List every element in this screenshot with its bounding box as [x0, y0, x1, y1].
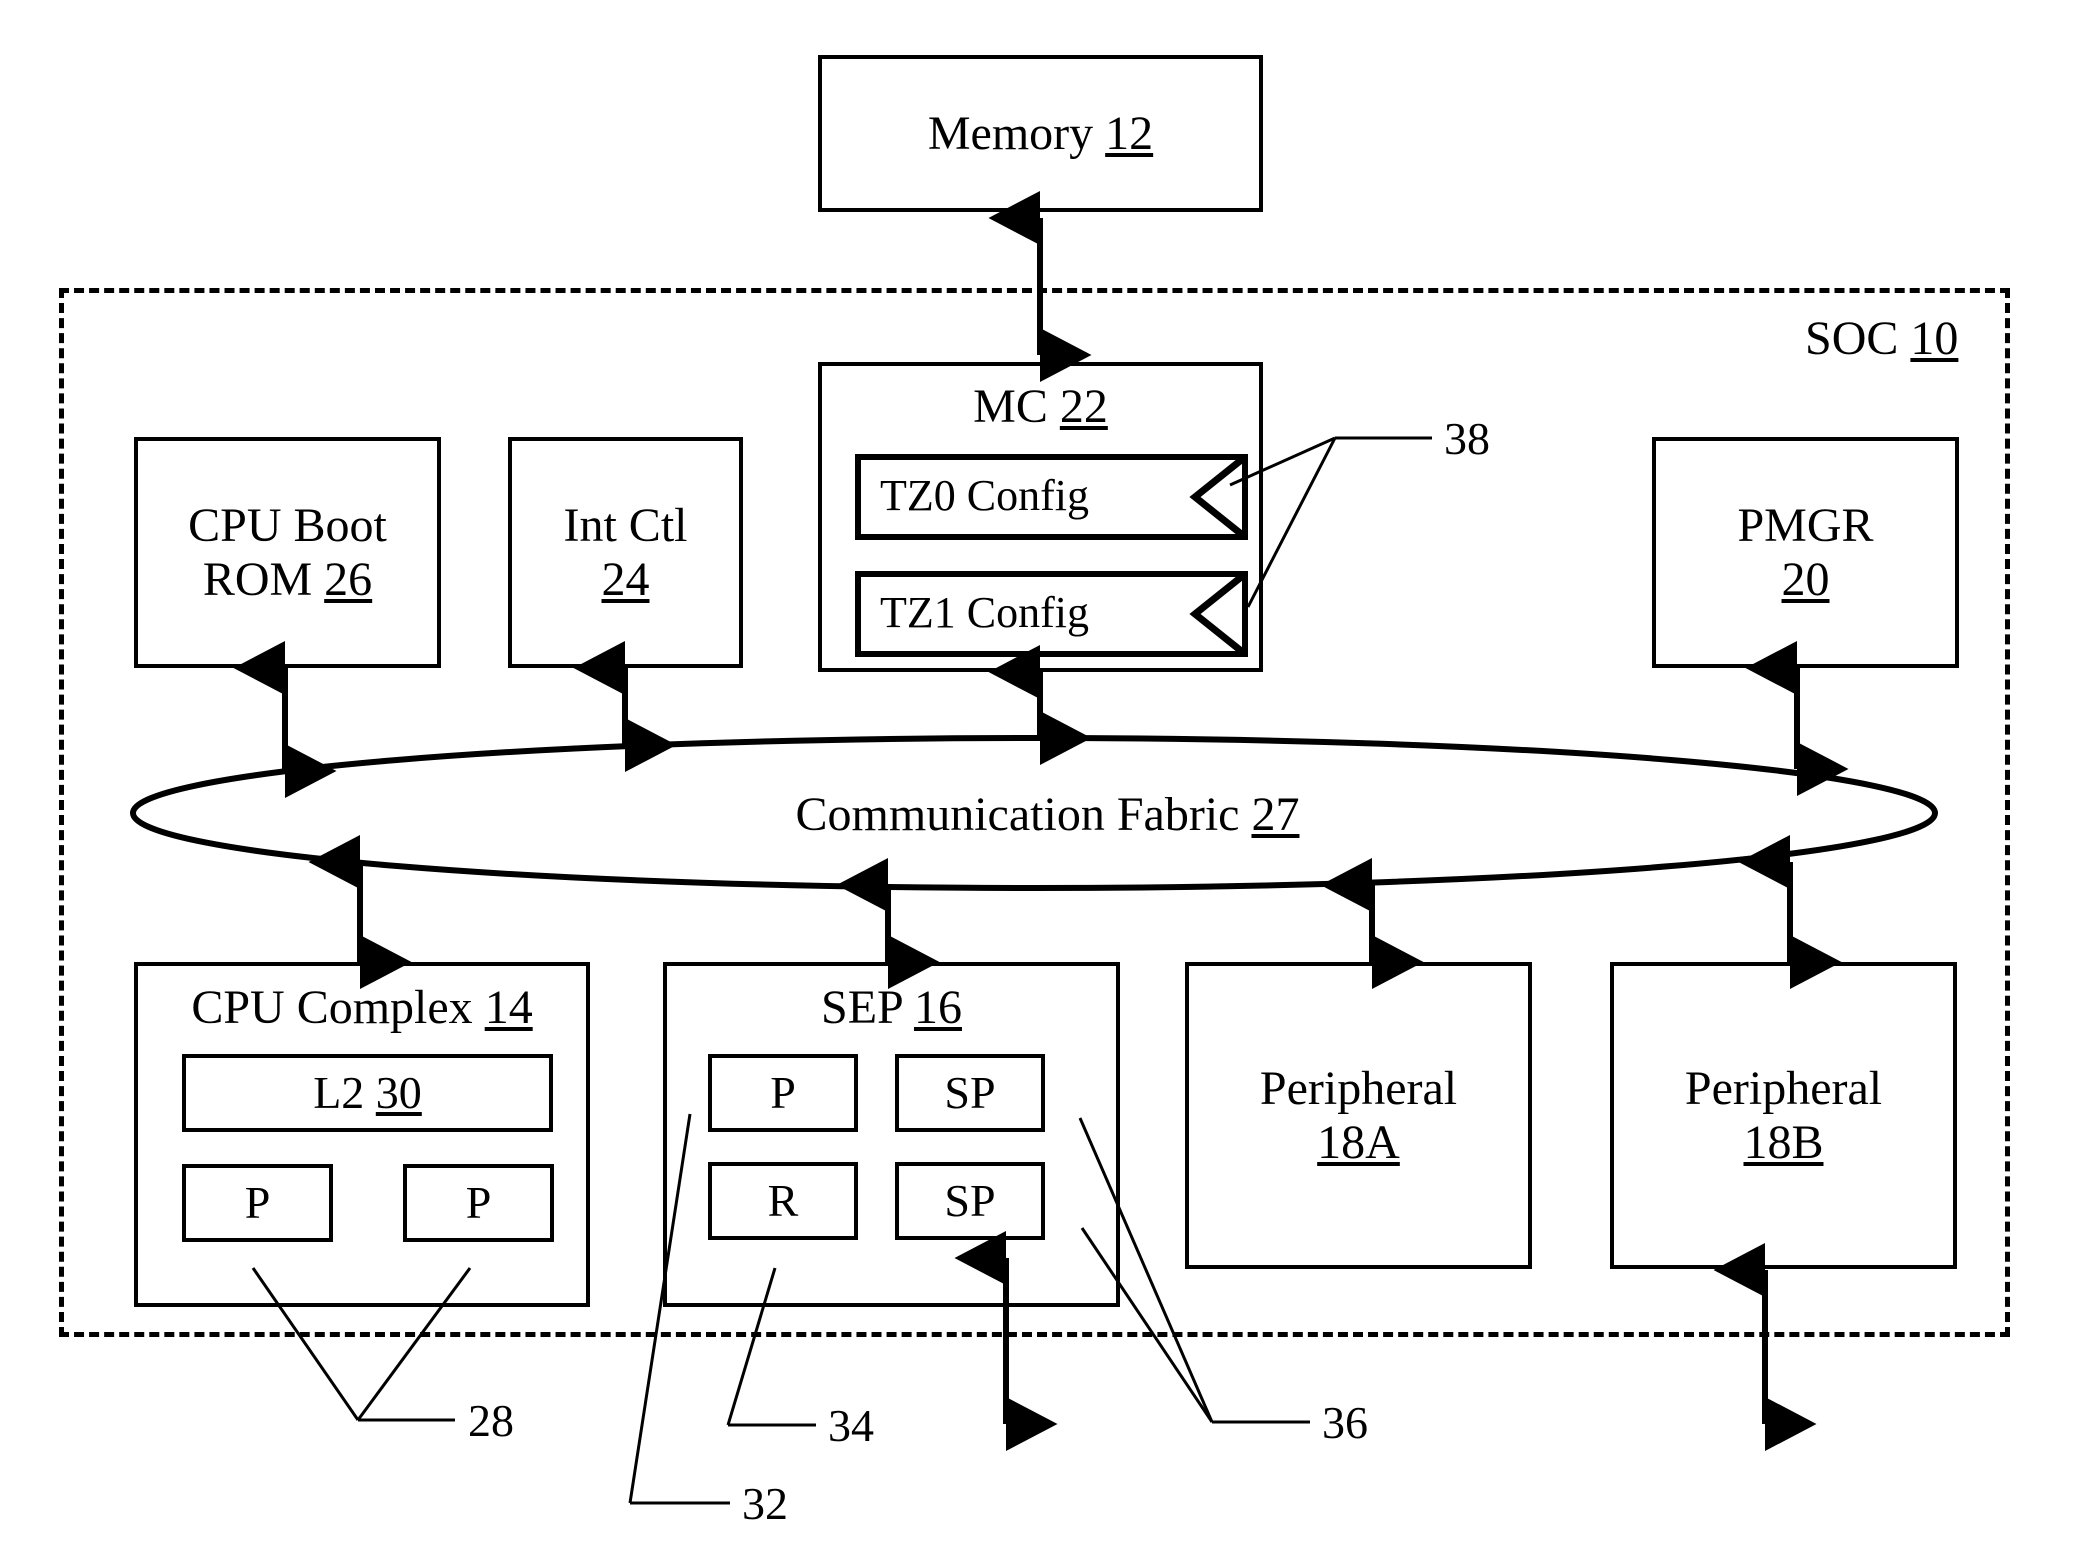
peripheral-a-line1: Peripheral — [1259, 1061, 1458, 1115]
peripheral-a-block: Peripheral 18A — [1185, 962, 1532, 1269]
sep-label: SEP 16 — [667, 981, 1116, 1035]
soc-label-text: SOC — [1805, 312, 1899, 365]
l2-label: L2 30 — [313, 1067, 422, 1119]
tz0-config-label: TZ0 Config — [880, 471, 1089, 520]
peripheral-b-ref: 18B — [1743, 1115, 1824, 1169]
peripheral-b-block: Peripheral 18B — [1610, 962, 1957, 1269]
cpu-boot-rom-block: CPU Boot ROM 26 — [134, 437, 441, 668]
soc-label: SOC 10 — [1805, 312, 1958, 366]
sep-rom: R — [708, 1162, 858, 1240]
callout-34-ref: 34 — [828, 1400, 874, 1451]
pmgr-ref: 20 — [1781, 552, 1830, 606]
cpu-boot-rom-label: CPU Boot ROM 26 — [188, 499, 387, 607]
memory-ref: 12 — [1105, 106, 1154, 160]
cpu-complex-block: CPU Complex 14 L2 30 P P — [134, 962, 590, 1307]
tz1-config-label: TZ1 Config — [880, 588, 1089, 637]
memory-label-text: Memory — [927, 106, 1094, 160]
cpu-processor-1-label: P — [465, 1177, 492, 1229]
callout-38-ref: 38 — [1444, 413, 1490, 464]
memory-block: Memory 12 — [818, 55, 1263, 212]
int-ctl-label: Int Ctl 24 — [563, 499, 687, 607]
cpu-complex-label-text: CPU Complex — [191, 981, 473, 1034]
cpu-complex-ref: 14 — [484, 981, 533, 1034]
l2-label-text: L2 — [313, 1067, 365, 1119]
sep-label-text: SEP — [821, 981, 902, 1034]
l2-cache-block: L2 30 — [182, 1054, 553, 1132]
sep-processor-label: P — [770, 1067, 796, 1119]
peripheral-b-label: Peripheral 18B — [1685, 1062, 1882, 1170]
sep-secure-peripheral-1-label: SP — [944, 1175, 996, 1227]
cpu-boot-rom-line2: ROM — [202, 552, 313, 606]
mc-label-text: MC — [973, 380, 1048, 433]
sep-secure-peripheral-0-label: SP — [944, 1067, 996, 1119]
communication-fabric-ref: 27 — [1251, 788, 1300, 841]
mc-label: MC 22 — [822, 380, 1259, 434]
peripheral-b-line1: Peripheral — [1684, 1061, 1883, 1115]
peripheral-a-label: Peripheral 18A — [1260, 1062, 1457, 1170]
cpu-processor-0: P — [182, 1164, 333, 1242]
callout-36-ref: 36 — [1322, 1397, 1368, 1448]
int-ctl-block: Int Ctl 24 — [508, 437, 743, 668]
sep-secure-peripheral-1: SP — [895, 1162, 1045, 1240]
pmgr-label: PMGR 20 — [1737, 499, 1873, 607]
pmgr-line1: PMGR — [1737, 498, 1874, 552]
mc-ref: 22 — [1059, 380, 1108, 433]
pmgr-block: PMGR 20 — [1652, 437, 1959, 668]
sep-rom-label: R — [767, 1175, 799, 1227]
sep-processor: P — [708, 1054, 858, 1132]
callout-28-ref: 28 — [468, 1395, 514, 1446]
sep-ref: 16 — [913, 981, 962, 1034]
callout-32-ref: 32 — [742, 1478, 788, 1529]
cpu-processor-1: P — [403, 1164, 554, 1242]
communication-fabric-label: Communication Fabric 27 — [0, 788, 2095, 842]
communication-fabric-label-text: Communication Fabric — [795, 788, 1240, 841]
peripheral-a-ref: 18A — [1317, 1115, 1400, 1169]
figure-canvas: SOC 10 Memory 12 CPU Boot ROM 26 Int Ctl… — [0, 0, 2095, 1548]
int-ctl-ref: 24 — [601, 552, 650, 606]
sep-secure-peripheral-0: SP — [895, 1054, 1045, 1132]
cpu-complex-label: CPU Complex 14 — [138, 981, 586, 1035]
cpu-boot-rom-ref: 26 — [324, 552, 373, 606]
int-ctl-line1: Int Ctl — [563, 498, 688, 552]
soc-ref: 10 — [1910, 312, 1959, 365]
memory-label: Memory 12 — [928, 107, 1153, 161]
l2-ref: 30 — [375, 1067, 422, 1119]
cpu-boot-rom-line1: CPU Boot — [188, 498, 387, 552]
cpu-boot-rom-line2-wrap: ROM 26 — [188, 553, 387, 607]
sep-block: SEP 16 P R SP SP — [663, 962, 1120, 1307]
cpu-processor-0-label: P — [244, 1177, 271, 1229]
